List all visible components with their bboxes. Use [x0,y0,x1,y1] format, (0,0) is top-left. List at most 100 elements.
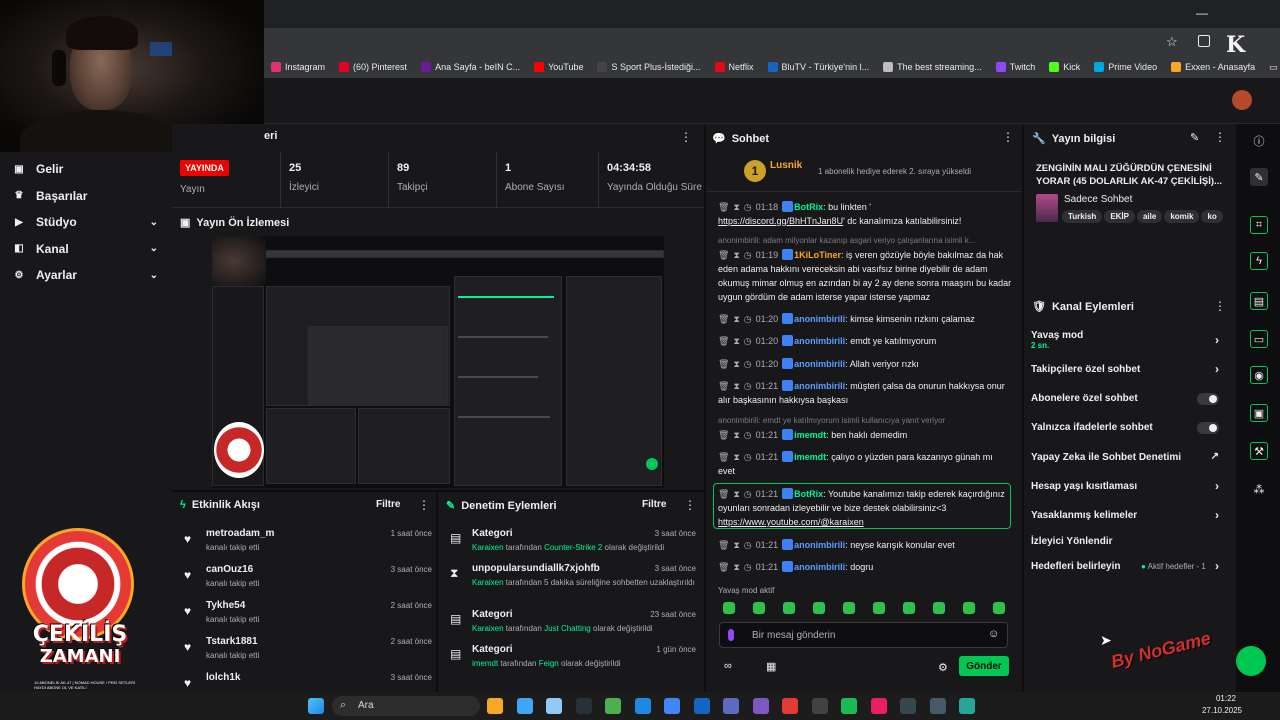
taskbar-search[interactable]: ⌕ Ara [332,696,480,716]
more-icon[interactable]: ⋮ [684,498,696,512]
chat-username[interactable]: anonimbirili [794,540,845,550]
start-icon[interactable] [308,698,324,714]
more-icon[interactable]: ⋮ [1214,299,1226,313]
avatar[interactable] [1232,90,1252,110]
timeout-icon[interactable]: ⧗ [733,202,739,212]
delete-icon[interactable]: 🗑 [718,430,729,440]
delete-icon[interactable]: 🗑 [718,562,729,572]
extensions-icon[interactable] [1198,35,1210,47]
timeout-icon[interactable]: ⧗ [733,359,739,369]
gear-icon[interactable]: ⚙ [938,661,948,674]
stream-tag[interactable]: EKİP [1104,210,1135,223]
emote-icon[interactable] [813,602,825,614]
taskbar-app-icon[interactable] [900,698,916,714]
bookmark-item[interactable]: BluTV - Türkiye'nin l... [761,62,877,72]
delete-icon[interactable]: 🗑 [718,336,729,346]
timeout-icon[interactable]: ⧗ [733,336,739,346]
goals-setting[interactable]: Hedefleri belirleyin ● Aktif hedefler - … [1031,559,1227,573]
document-icon[interactable]: ▤ [1250,292,1268,310]
stream-preview-image[interactable] [212,236,664,488]
emote-icon[interactable] [873,602,885,614]
ai-moderation-setting[interactable]: Yapay Zeka ile Sohbet Denetimi ↗ [1031,451,1227,463]
stream-tag[interactable]: aile [1136,210,1163,223]
emote-icon[interactable] [753,602,765,614]
taskbar-app-icon[interactable] [811,698,828,714]
account-age-setting[interactable]: Hesap yaşı kısıtlaması › [1031,479,1227,493]
apps-icon[interactable]: ⁂ [1250,480,1268,498]
edit-icon[interactable]: ✎ [1190,131,1199,144]
timeout-icon[interactable]: ⧗ [733,250,739,260]
sidebar-item-2[interactable]: ♛ Başarılar [0,183,172,209]
delete-icon[interactable]: 🗑 [718,359,729,369]
more-icon[interactable]: ⋮ [1214,130,1226,144]
taskbar-app-icon[interactable] [575,698,592,714]
taskbar-app-icon[interactable] [723,698,739,714]
stream-tag[interactable]: Turkish [1062,210,1103,223]
moderation-actor[interactable]: Karaixen [472,624,504,633]
mic-icon[interactable] [728,629,734,641]
chat-username[interactable]: imemdt [794,452,826,462]
taskbar-app-icon[interactable] [841,698,857,714]
taskbar-app-icon[interactable] [605,698,621,714]
banned-words-setting[interactable]: Yasaklanmış kelimeler › [1031,508,1227,522]
moderation-actor[interactable]: Karaixen [472,578,504,587]
sidebar-item-1[interactable]: ▣ Gelir [0,156,172,182]
minimize-icon[interactable]: — [1196,6,1208,20]
timeout-icon[interactable]: ⧗ [733,562,739,572]
bookmark-item[interactable]: Twitch [989,62,1043,72]
chat-username[interactable]: anonimbirili [794,336,845,346]
filter-button[interactable]: Filtre [376,499,400,510]
lightning-icon[interactable]: ϟ [1250,252,1268,270]
edit-icon[interactable]: ✎ [1250,168,1268,186]
toggle-switch[interactable] [1197,393,1219,405]
profile-logo-icon[interactable]: K [1226,32,1256,58]
delete-icon[interactable]: 🗑 [718,381,729,391]
followers-only-setting[interactable]: Takipçilere özel sohbet › [1031,362,1227,376]
timeout-icon[interactable]: ⧗ [733,452,739,462]
broadcast-icon[interactable]: ◉ [1250,366,1268,384]
pinned-user[interactable]: Lusnik [770,160,802,171]
layout-icon[interactable]: ▣ [1250,404,1268,422]
moderation-actor[interactable]: Karaixen [472,543,504,552]
taskbar-app-icon[interactable] [870,698,887,714]
timeout-icon[interactable]: ⧗ [733,381,739,391]
star-icon[interactable]: ☆ [1166,34,1178,50]
taskbar-app-icon[interactable] [752,698,769,714]
bookmark-item[interactable]: S Sport Plus-İstediği... [590,62,707,72]
shop-icon[interactable]: ▦ [766,660,776,673]
timeout-icon[interactable]: ⧗ [733,540,739,550]
more-icon[interactable]: ⋮ [680,130,692,144]
crop-icon[interactable]: ⌗ [1250,216,1268,234]
taskbar-app-icon[interactable] [664,698,680,714]
taskbar-app-icon[interactable] [959,698,975,714]
emote-icon[interactable] [843,602,855,614]
activity-user[interactable]: Tykhe54 [206,600,245,611]
bookmark-item[interactable]: Ana Sayfa - beIN C... [414,62,527,72]
sidebar-item-4[interactable]: ◧ Kanal ⌄ [0,236,172,262]
sidebar-item-5[interactable]: ⚙ Ayarlar ⌄ [0,262,172,288]
info-icon[interactable]: ⓘ [1250,132,1268,150]
chat-username[interactable]: 1KiLoTiner [794,250,841,260]
wrench-icon[interactable]: ⚒ [1250,442,1268,460]
subs-only-setting[interactable]: Abonelere özel sohbet [1031,393,1227,405]
bookmark-item[interactable]: Exxen - Anasayfa [1164,62,1262,72]
delete-icon[interactable]: 🗑 [718,452,729,462]
bookmark-item[interactable]: The best streaming... [876,62,989,72]
viewer-redirect-setting[interactable]: İzleyici Yönlendir [1031,536,1227,547]
chat-username[interactable]: anonimbirili [794,314,845,324]
timeout-icon[interactable]: ⧗ [733,314,739,324]
stream-tag[interactable]: komik [1164,210,1200,223]
chat-username[interactable]: anonimbirili [794,359,845,369]
emote-icon[interactable] [993,602,1005,614]
emote-only-setting[interactable]: Yalnızca ifadelerle sohbet [1031,422,1227,434]
emote-icon[interactable] [903,602,915,614]
timeout-icon[interactable]: ⧗ [733,430,739,440]
activity-user[interactable]: lolch1k [206,672,240,683]
taskbar-app-icon[interactable] [634,698,651,714]
emote-icon[interactable] [933,602,945,614]
taskbar-app-icon[interactable] [546,698,562,714]
chat-username[interactable]: imemdt [794,430,826,440]
chat-username[interactable]: anonimbirili [794,381,845,391]
activity-user[interactable]: canOuz16 [206,564,253,575]
bookmark-item[interactable]: Instagram [264,62,332,72]
